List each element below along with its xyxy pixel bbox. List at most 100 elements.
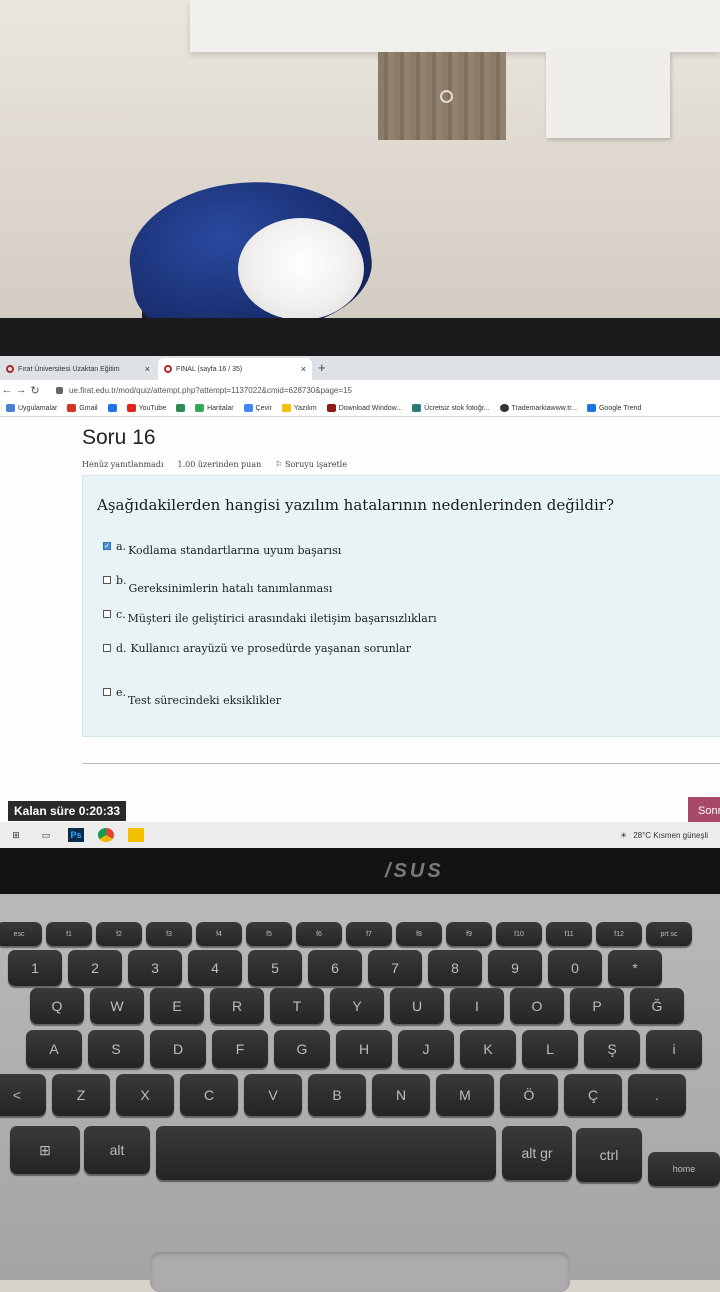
key-row_q-10[interactable]: Ğ xyxy=(630,988,684,1024)
key-row_q-7[interactable]: I xyxy=(450,988,504,1024)
bookmark-trademarkia[interactable]: Trademarkiawww.tr... xyxy=(499,404,577,412)
photoshop-icon[interactable]: Ps xyxy=(68,828,84,842)
key-row_a-5[interactable]: H xyxy=(336,1030,392,1068)
bookmark-c[interactable] xyxy=(107,404,117,412)
option-b[interactable]: b. Gereksinimlerin hatalı tanımlanması xyxy=(103,574,332,595)
task-view-icon[interactable]: ▭ xyxy=(38,828,54,842)
windows-start-icon[interactable]: ⊞ xyxy=(8,828,24,842)
key-row_z-7[interactable]: M xyxy=(436,1074,494,1116)
key-row_fn-13[interactable]: prt sc xyxy=(646,922,692,946)
key-row_z-5[interactable]: B xyxy=(308,1074,366,1116)
key-row_fn-2[interactable]: f2 xyxy=(96,922,142,946)
weather-text[interactable]: 28°C Kısmen güneşli xyxy=(633,831,708,840)
tab-uzaktan-egitim[interactable]: Fırat Üniversitesi Uzaktan Eğitim × xyxy=(0,358,156,380)
key-row_a-1[interactable]: S xyxy=(88,1030,144,1068)
reload-icon[interactable]: ↻ xyxy=(28,384,42,397)
bookmark-yazilim[interactable]: Yazılım xyxy=(281,404,317,412)
tab-final[interactable]: FINAL (sayfa 16 / 35) × xyxy=(158,358,312,380)
key-row_a-8[interactable]: L xyxy=(522,1030,578,1068)
key-row_q-1[interactable]: W xyxy=(90,988,144,1024)
bookmark-stok-fotograf[interactable]: Ücretsiz stok fotoğr... xyxy=(412,404,490,412)
key-row_a-9[interactable]: Ş xyxy=(584,1030,640,1068)
key-row_num-2[interactable]: 3 xyxy=(128,950,182,986)
key-row_a-4[interactable]: G xyxy=(274,1030,330,1068)
back-arrow-icon[interactable]: ← xyxy=(0,384,14,396)
key-row_num-6[interactable]: 7 xyxy=(368,950,422,986)
bookmark-download-windows[interactable]: Download Window... xyxy=(326,404,402,412)
checkbox-b[interactable] xyxy=(103,576,111,584)
chrome-icon[interactable] xyxy=(98,828,114,842)
key-row_fn-10[interactable]: f10 xyxy=(496,922,542,946)
key-row_fn-6[interactable]: f6 xyxy=(296,922,342,946)
alt-gr-key[interactable]: alt gr xyxy=(502,1126,572,1180)
key-row_fn-9[interactable]: f9 xyxy=(446,922,492,946)
key-row_num-0[interactable]: 1 xyxy=(8,950,62,986)
bookmark-dx[interactable] xyxy=(176,404,186,412)
key-row_fn-3[interactable]: f3 xyxy=(146,922,192,946)
key-row_a-3[interactable]: F xyxy=(212,1030,268,1068)
flag-question-link[interactable]: ⚐ Soruyu işaretle xyxy=(275,460,347,469)
space-key[interactable] xyxy=(156,1126,496,1180)
bookmark-google-trends[interactable]: Google Trend xyxy=(586,404,641,412)
key-row_a-0[interactable]: A xyxy=(26,1030,82,1068)
bookmark-haritalar[interactable]: Haritalar xyxy=(195,404,234,412)
url-field[interactable]: ue.firat.edu.tr/mod/quiz/attempt.php?att… xyxy=(69,386,352,395)
key-row_num-3[interactable]: 4 xyxy=(188,950,242,986)
key-row_q-4[interactable]: T xyxy=(270,988,324,1024)
bookmark-uygulamalar[interactable]: Uygulamalar xyxy=(6,404,57,412)
new-tab-button[interactable]: + xyxy=(318,360,326,375)
home-key[interactable]: home xyxy=(648,1152,720,1186)
key-row_fn-7[interactable]: f7 xyxy=(346,922,392,946)
key-row_z-4[interactable]: V xyxy=(244,1074,302,1116)
key-row_q-9[interactable]: P xyxy=(570,988,624,1024)
checkbox-d[interactable] xyxy=(103,644,111,652)
key-row_q-2[interactable]: E xyxy=(150,988,204,1024)
key-row_q-8[interactable]: O xyxy=(510,988,564,1024)
key-row_z-0[interactable]: < xyxy=(0,1074,46,1116)
key-row_z-10[interactable]: . xyxy=(628,1074,686,1116)
key-row_z-9[interactable]: Ç xyxy=(564,1074,622,1116)
bookmark-youtube[interactable]: YouTube xyxy=(126,404,166,412)
forward-arrow-icon[interactable]: → xyxy=(14,384,28,396)
option-c[interactable]: c. Müşteri ile geliştirici arasındaki il… xyxy=(103,608,437,625)
key-row_q-6[interactable]: U xyxy=(390,988,444,1024)
key-row_z-3[interactable]: C xyxy=(180,1074,238,1116)
key-row_a-7[interactable]: K xyxy=(460,1030,516,1068)
bookmark-gmail[interactable]: Gmail xyxy=(67,404,98,412)
key-row_a-10[interactable]: i xyxy=(646,1030,702,1068)
option-a[interactable]: ✓ a. Kodlama standartlarına uyum başarıs… xyxy=(103,540,341,557)
key-row_fn-8[interactable]: f8 xyxy=(396,922,442,946)
key-row_num-4[interactable]: 5 xyxy=(248,950,302,986)
key-row_a-6[interactable]: J xyxy=(398,1030,454,1068)
checkbox-c[interactable] xyxy=(103,610,111,618)
key-row_z-8[interactable]: Ö xyxy=(500,1074,558,1116)
key-row_fn-5[interactable]: f5 xyxy=(246,922,292,946)
checkbox-e[interactable] xyxy=(103,688,111,696)
key-row_num-1[interactable]: 2 xyxy=(68,950,122,986)
key-row_a-2[interactable]: D xyxy=(150,1030,206,1068)
key-row_num-8[interactable]: 9 xyxy=(488,950,542,986)
ctrl-key[interactable]: ctrl xyxy=(576,1128,642,1182)
key-row_fn-12[interactable]: f12 xyxy=(596,922,642,946)
option-d[interactable]: d. Kullanıcı arayüzü ve prosedürde yaşan… xyxy=(103,642,411,655)
key-row_fn-4[interactable]: f4 xyxy=(196,922,242,946)
key-row_z-1[interactable]: Z xyxy=(52,1074,110,1116)
key-row_fn-1[interactable]: f1 xyxy=(46,922,92,946)
close-tab-icon[interactable]: × xyxy=(301,364,306,374)
option-e[interactable]: e. Test sürecindeki eksiklikler xyxy=(103,686,281,707)
file-explorer-icon[interactable] xyxy=(128,828,144,842)
key-row_z-6[interactable]: N xyxy=(372,1074,430,1116)
key-row_num-10[interactable]: * xyxy=(608,950,662,986)
close-tab-icon[interactable]: × xyxy=(145,364,150,374)
key-row_q-5[interactable]: Y xyxy=(330,988,384,1024)
trackpad[interactable] xyxy=(150,1252,570,1292)
key-row_num-9[interactable]: 0 xyxy=(548,950,602,986)
checkbox-a[interactable]: ✓ xyxy=(103,542,111,550)
bookmark-cevir[interactable]: Çevir xyxy=(243,404,272,412)
next-page-button[interactable]: Sonr xyxy=(688,797,720,825)
windows-key[interactable]: ⊞ xyxy=(10,1126,80,1174)
key-row_z-2[interactable]: X xyxy=(116,1074,174,1116)
key-row_num-5[interactable]: 6 xyxy=(308,950,362,986)
alt-key[interactable]: alt xyxy=(84,1126,150,1174)
key-row_q-0[interactable]: Q xyxy=(30,988,84,1024)
